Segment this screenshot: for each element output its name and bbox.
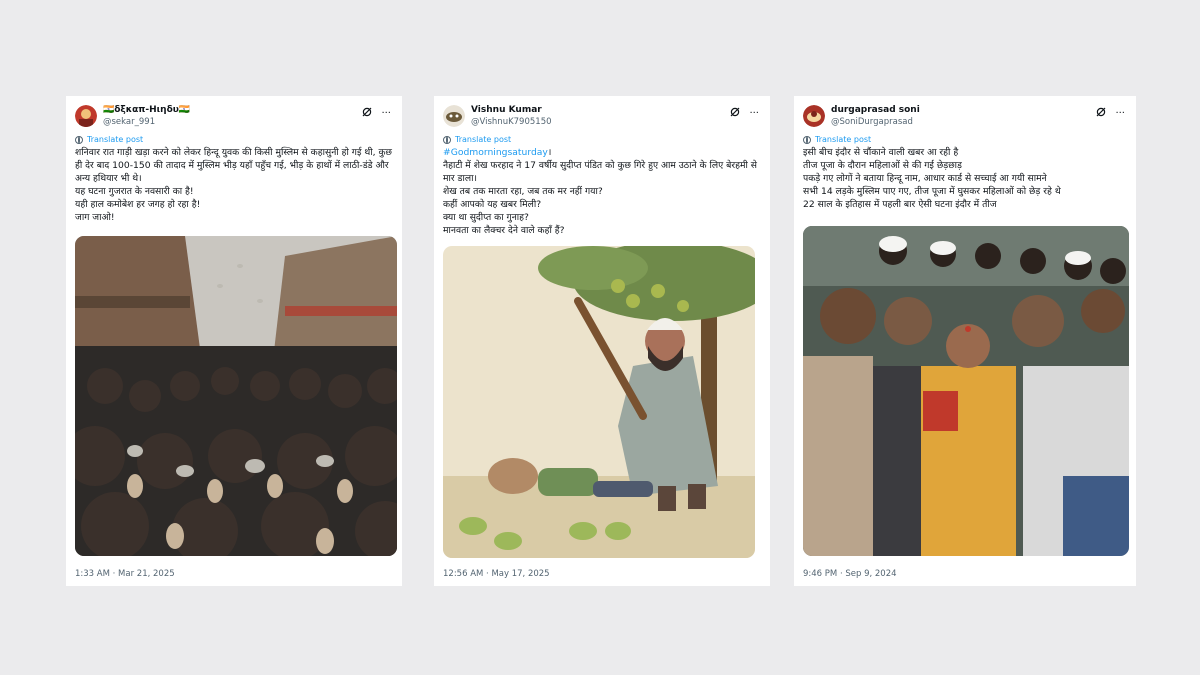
display-name[interactable]: 🇮🇳δξκαπ-Ηιηδυ🇮🇳 <box>103 105 190 115</box>
timestamp[interactable]: 9:46 PM · Sep 9, 2024 <box>803 569 897 579</box>
post-text: #Godmorningsaturday। नैहाटी में शेख फरहा… <box>443 146 761 237</box>
grok-icon[interactable] <box>1096 107 1106 120</box>
post-line: शेख तब तक मारता रहा, जब तक मर नहीं गया? <box>443 186 603 197</box>
translate-label[interactable]: Translate post <box>87 135 143 144</box>
post-line: यह घटना गुजरात के नवसारी का है! <box>75 186 194 197</box>
post-line: जाग जाओ! <box>75 212 115 223</box>
hashtag-link[interactable]: #Godmorningsaturday <box>443 147 548 158</box>
translate-post-link[interactable]: Translate post <box>803 135 1127 144</box>
post-line: सभी 14 लड़के मुस्लिम पाए गए, तीज पूजा मे… <box>803 186 1061 197</box>
user-handle[interactable]: @sekar_991 <box>103 117 155 127</box>
translate-label[interactable]: Translate post <box>455 135 511 144</box>
translate-label[interactable]: Translate post <box>815 135 871 144</box>
post-card: durgaprasad soni @SoniDurgaprasad ··· Tr… <box>794 96 1136 586</box>
more-icon[interactable]: ··· <box>749 108 759 119</box>
post-line: क्या था सुदीप्त का गुनाह? <box>443 212 529 223</box>
post-header: Vishnu Kumar @VishnuK7905150 ··· <box>443 102 761 132</box>
post-header: 🇮🇳δξκαπ-Ηιηδυ🇮🇳 @sekar_991 ··· <box>75 102 393 132</box>
user-handle[interactable]: @VishnuK7905150 <box>471 117 552 127</box>
more-icon[interactable]: ··· <box>381 108 391 119</box>
more-icon[interactable]: ··· <box>1115 108 1125 119</box>
post-line: कहीं आपको यह खबर मिली? <box>443 199 542 210</box>
timestamp[interactable]: 12:56 AM · May 17, 2025 <box>443 569 550 579</box>
post-text: इसी बीच इंदौर से चौंकाने वाली खबर आ रही … <box>803 146 1127 211</box>
post-card: Vishnu Kumar @VishnuK7905150 ··· Transla… <box>434 96 770 586</box>
globe-icon <box>443 135 451 144</box>
post-card: 🇮🇳δξκαπ-Ηιηδυ🇮🇳 @sekar_991 ··· Translate… <box>66 96 402 586</box>
post-text: शनिवार रात गाड़ी खड़ा करने को लेकर हिन्द… <box>75 146 393 224</box>
post-image[interactable] <box>803 226 1129 556</box>
post-line: शनिवार रात गाड़ी खड़ा करने को लेकर हिन्द… <box>75 147 392 184</box>
post-line: नैहाटी में शेख फरहाद ने 17 वर्षीय सुदीप्… <box>443 160 758 184</box>
post-image[interactable] <box>75 236 397 556</box>
globe-icon <box>803 135 811 144</box>
post-line: पकड़े गए लोगों ने बताया हिन्दू नाम, आधार… <box>803 173 1047 184</box>
post-image[interactable] <box>443 246 755 558</box>
post-line: 22 साल के इतिहास में पहली बार ऐसी घटना इ… <box>803 199 997 210</box>
timestamp[interactable]: 1:33 AM · Mar 21, 2025 <box>75 569 175 579</box>
avatar[interactable] <box>443 105 465 127</box>
user-handle[interactable]: @SoniDurgaprasad <box>831 117 913 127</box>
post-header: durgaprasad soni @SoniDurgaprasad ··· <box>803 102 1127 132</box>
grok-icon[interactable] <box>730 107 740 120</box>
post-line: मानवता का लैक्चर देने वाले कहाँ हैं? <box>443 225 565 236</box>
display-name[interactable]: Vishnu Kumar <box>471 105 542 115</box>
translate-post-link[interactable]: Translate post <box>75 135 393 144</box>
avatar[interactable] <box>803 105 825 127</box>
post-line: यही हाल कमोबेश हर जगह हो रहा है! <box>75 199 201 210</box>
post-line: तीज पूजा के दौरान महिलाओं से की गई छेड़छ… <box>803 160 962 171</box>
grok-icon[interactable] <box>362 107 372 120</box>
hashtag-suffix: । <box>547 147 552 158</box>
globe-icon <box>75 135 83 144</box>
translate-post-link[interactable]: Translate post <box>443 135 761 144</box>
post-line: इसी बीच इंदौर से चौंकाने वाली खबर आ रही … <box>803 147 959 158</box>
display-name[interactable]: durgaprasad soni <box>831 105 920 115</box>
avatar[interactable] <box>75 105 97 127</box>
